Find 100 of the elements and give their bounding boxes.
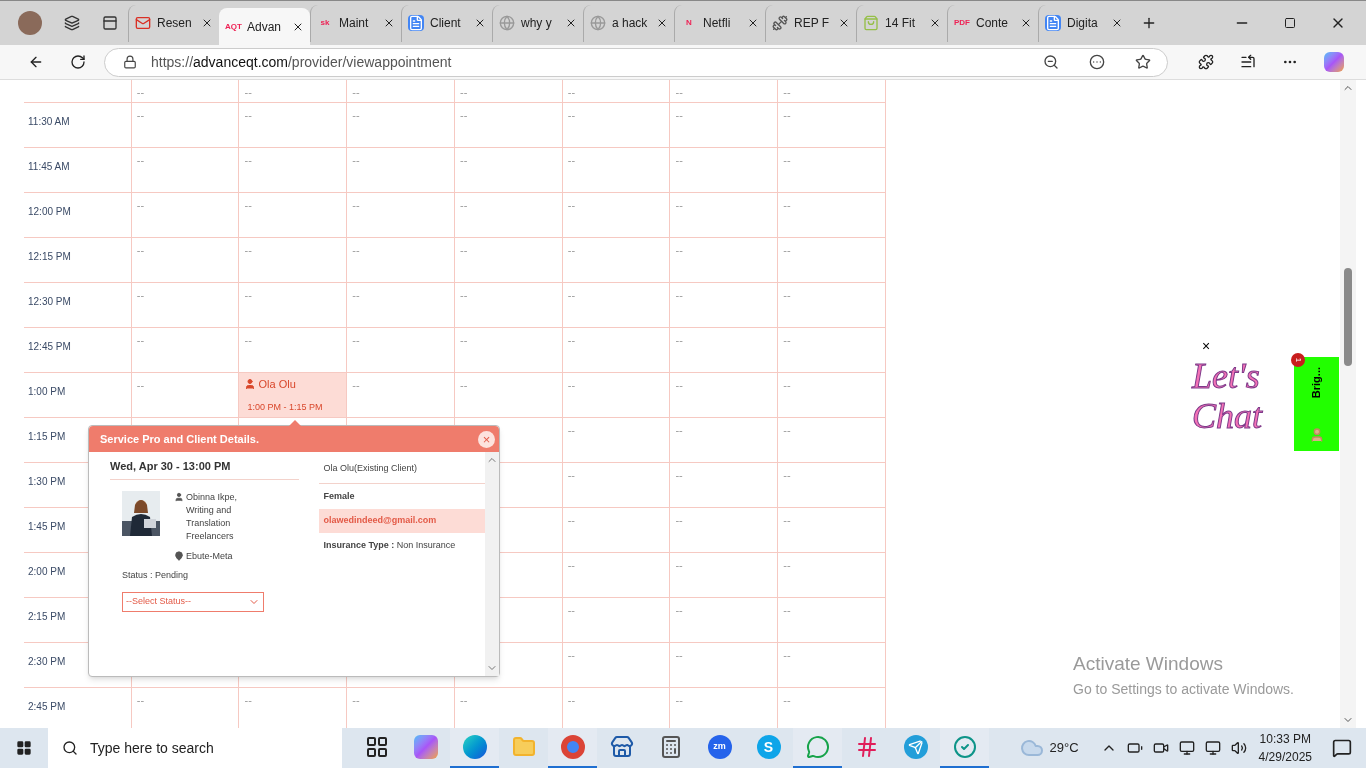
browser-tab[interactable]: a hack — [583, 4, 674, 42]
workspaces-icon[interactable] — [64, 15, 80, 31]
empty-slot[interactable]: -- — [777, 238, 885, 282]
page-scrollbar[interactable] — [1340, 80, 1356, 728]
taskbar-app[interactable]: S — [744, 728, 793, 768]
empty-slot[interactable]: -- — [561, 193, 670, 237]
appointment-slot[interactable]: Ola Olu 1:00 PM - 1:15 PM — [238, 373, 347, 417]
close-icon[interactable] — [656, 17, 668, 29]
empty-slot[interactable]: -- — [454, 148, 562, 192]
close-icon[interactable] — [1020, 17, 1032, 29]
empty-slot[interactable]: -- — [669, 463, 778, 507]
empty-slot[interactable]: -- — [777, 328, 885, 372]
empty-slot[interactable]: -- — [454, 373, 562, 417]
close-icon[interactable] — [747, 17, 759, 29]
browser-tab[interactable]: 14 Fit — [856, 4, 947, 42]
empty-slot[interactable]: -- — [454, 328, 562, 372]
clock-date[interactable]: 4/29/2025 — [1258, 748, 1312, 766]
browser-tab[interactable]: N Netfli — [674, 4, 765, 42]
empty-slot[interactable]: -- — [669, 598, 778, 642]
empty-slot[interactable]: -- — [454, 193, 562, 237]
empty-slot[interactable]: -- — [777, 283, 885, 327]
empty-slot[interactable]: -- — [238, 103, 347, 147]
empty-slot[interactable]: -- — [238, 80, 347, 102]
empty-slot[interactable]: -- — [777, 148, 885, 192]
empty-slot[interactable]: -- — [346, 103, 454, 147]
close-icon[interactable] — [838, 17, 850, 29]
empty-slot[interactable]: -- — [238, 238, 347, 282]
clock-time[interactable]: 10:33 PM — [1259, 730, 1311, 748]
empty-slot[interactable]: -- — [669, 103, 778, 147]
empty-slot[interactable]: -- — [561, 283, 670, 327]
empty-slot[interactable]: -- — [238, 328, 347, 372]
profile-avatar[interactable] — [18, 11, 42, 35]
empty-slot[interactable]: -- — [669, 238, 778, 282]
empty-slot[interactable]: -- — [561, 463, 670, 507]
empty-slot[interactable]: -- — [561, 238, 670, 282]
empty-slot[interactable]: -- — [561, 103, 670, 147]
back-icon[interactable] — [28, 54, 44, 70]
empty-slot[interactable]: -- — [561, 328, 670, 372]
empty-slot[interactable]: -- — [130, 283, 239, 327]
browser-tab[interactable]: Digita — [1038, 4, 1129, 42]
empty-slot[interactable]: -- — [669, 328, 778, 372]
empty-slot[interactable]: -- — [561, 418, 670, 462]
empty-slot[interactable]: -- — [561, 80, 670, 102]
empty-slot[interactable]: -- — [130, 103, 239, 147]
close-icon[interactable] — [1111, 17, 1123, 29]
empty-slot[interactable]: -- — [669, 508, 778, 552]
empty-slot[interactable]: -- — [130, 80, 239, 102]
empty-slot[interactable]: -- — [777, 598, 885, 642]
status-select[interactable]: --Select Status-- — [122, 591, 264, 612]
empty-slot[interactable]: -- — [669, 148, 778, 192]
empty-slot[interactable]: -- — [561, 508, 670, 552]
maximize-icon[interactable] — [1284, 17, 1296, 29]
empty-slot[interactable]: -- — [454, 283, 562, 327]
empty-slot[interactable]: -- — [561, 553, 670, 597]
taskbar-app[interactable]: zm — [695, 728, 744, 768]
battery-icon[interactable] — [1126, 740, 1143, 756]
empty-slot[interactable]: -- — [777, 103, 885, 147]
close-icon[interactable]: × — [1202, 339, 1211, 353]
empty-slot[interactable]: -- — [777, 643, 885, 687]
zoom-out-icon[interactable] — [1043, 54, 1059, 70]
empty-slot[interactable]: -- — [669, 553, 778, 597]
tab-actions-icon[interactable] — [102, 15, 118, 31]
close-button[interactable]: × — [478, 430, 495, 448]
empty-slot[interactable]: -- — [130, 328, 239, 372]
browser-tab[interactable]: Client — [401, 4, 492, 42]
close-icon[interactable] — [929, 17, 941, 29]
display-icon[interactable] — [1178, 740, 1195, 756]
browser-tab[interactable]: AQT Advan — [219, 8, 310, 45]
empty-slot[interactable]: -- — [777, 508, 885, 552]
empty-slot[interactable]: -- — [561, 643, 670, 687]
close-icon[interactable] — [474, 17, 486, 29]
empty-slot[interactable]: -- — [454, 103, 562, 147]
empty-slot[interactable]: -- — [130, 148, 239, 192]
empty-slot[interactable]: -- — [777, 373, 885, 417]
browser-tab[interactable]: why y — [492, 4, 583, 42]
new-tab-icon[interactable] — [1141, 15, 1157, 31]
volume-icon[interactable] — [1230, 740, 1247, 756]
empty-slot[interactable]: -- — [669, 418, 778, 462]
reload-icon[interactable] — [70, 54, 86, 70]
empty-slot[interactable]: -- — [669, 373, 778, 417]
empty-slot[interactable]: -- — [238, 148, 347, 192]
empty-slot[interactable]: -- — [669, 193, 778, 237]
empty-slot[interactable]: -- — [238, 193, 347, 237]
empty-slot[interactable]: -- — [561, 148, 670, 192]
browser-tab[interactable]: REP F — [765, 4, 856, 42]
extensions-icon[interactable] — [1198, 54, 1214, 70]
empty-slot[interactable]: -- — [454, 238, 562, 282]
close-icon[interactable] — [383, 17, 395, 29]
more-icon[interactable] — [1089, 54, 1105, 70]
empty-slot[interactable]: -- — [777, 193, 885, 237]
favorites-icon[interactable] — [1240, 54, 1256, 70]
empty-slot[interactable]: -- — [777, 80, 885, 102]
scrollbar-thumb[interactable] — [1344, 268, 1352, 366]
empty-slot[interactable]: -- — [561, 373, 670, 417]
empty-slot[interactable]: -- — [130, 238, 239, 282]
notifications-icon[interactable] — [1332, 738, 1352, 758]
address-bar[interactable]: https://advanceqt.com/provider/viewappointment — [104, 47, 1168, 77]
star-icon[interactable] — [1135, 54, 1151, 70]
close-icon[interactable] — [201, 17, 213, 29]
empty-slot[interactable]: -- — [669, 80, 778, 102]
